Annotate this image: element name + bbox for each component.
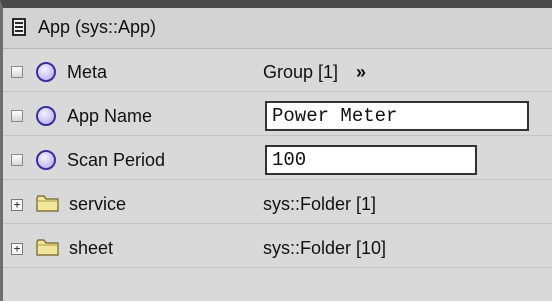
property-value: Group [1] » <box>263 62 366 83</box>
property-row-sheet[interactable]: + sheet sys::Folder [10] <box>3 229 552 268</box>
property-name: App Name <box>67 106 153 126</box>
expand-plus-icon[interactable]: + <box>11 243 23 255</box>
property-value: sys::Folder [10] <box>263 238 387 258</box>
property-name: Scan Period <box>67 150 166 170</box>
property-row-app-name: App Name Power Meter <box>3 97 552 136</box>
app-name-input[interactable]: Power Meter <box>265 101 529 131</box>
property-slot-icon <box>36 62 56 82</box>
property-name: sheet <box>69 238 114 258</box>
row-checkbox[interactable] <box>11 66 23 78</box>
property-name: service <box>69 194 127 214</box>
expand-plus-icon[interactable]: + <box>11 199 23 211</box>
property-slot-icon <box>36 150 56 170</box>
scan-period-input[interactable]: 100 <box>265 145 477 175</box>
property-row-meta[interactable]: Meta Group [1] » <box>3 53 552 92</box>
folder-icon <box>36 239 59 256</box>
meta-value-text: Group [1] <box>263 62 339 82</box>
sheet-title: App (sys::App) <box>38 17 157 37</box>
folder-icon <box>36 195 59 212</box>
row-checkbox[interactable] <box>11 154 23 166</box>
property-name: Meta <box>67 62 108 82</box>
row-checkbox[interactable] <box>11 110 23 122</box>
property-sheet: App (sys::App) Meta Group [1] » App Name … <box>0 0 552 301</box>
expand-chevron-icon[interactable]: » <box>356 62 366 82</box>
document-list-icon <box>12 18 26 36</box>
property-slot-icon <box>36 106 56 126</box>
sheet-header: App (sys::App) <box>3 8 552 49</box>
property-value: sys::Folder [1] <box>263 194 377 214</box>
property-row-scan-period: Scan Period 100 <box>3 141 552 180</box>
property-row-service[interactable]: + service sys::Folder [1] <box>3 185 552 224</box>
